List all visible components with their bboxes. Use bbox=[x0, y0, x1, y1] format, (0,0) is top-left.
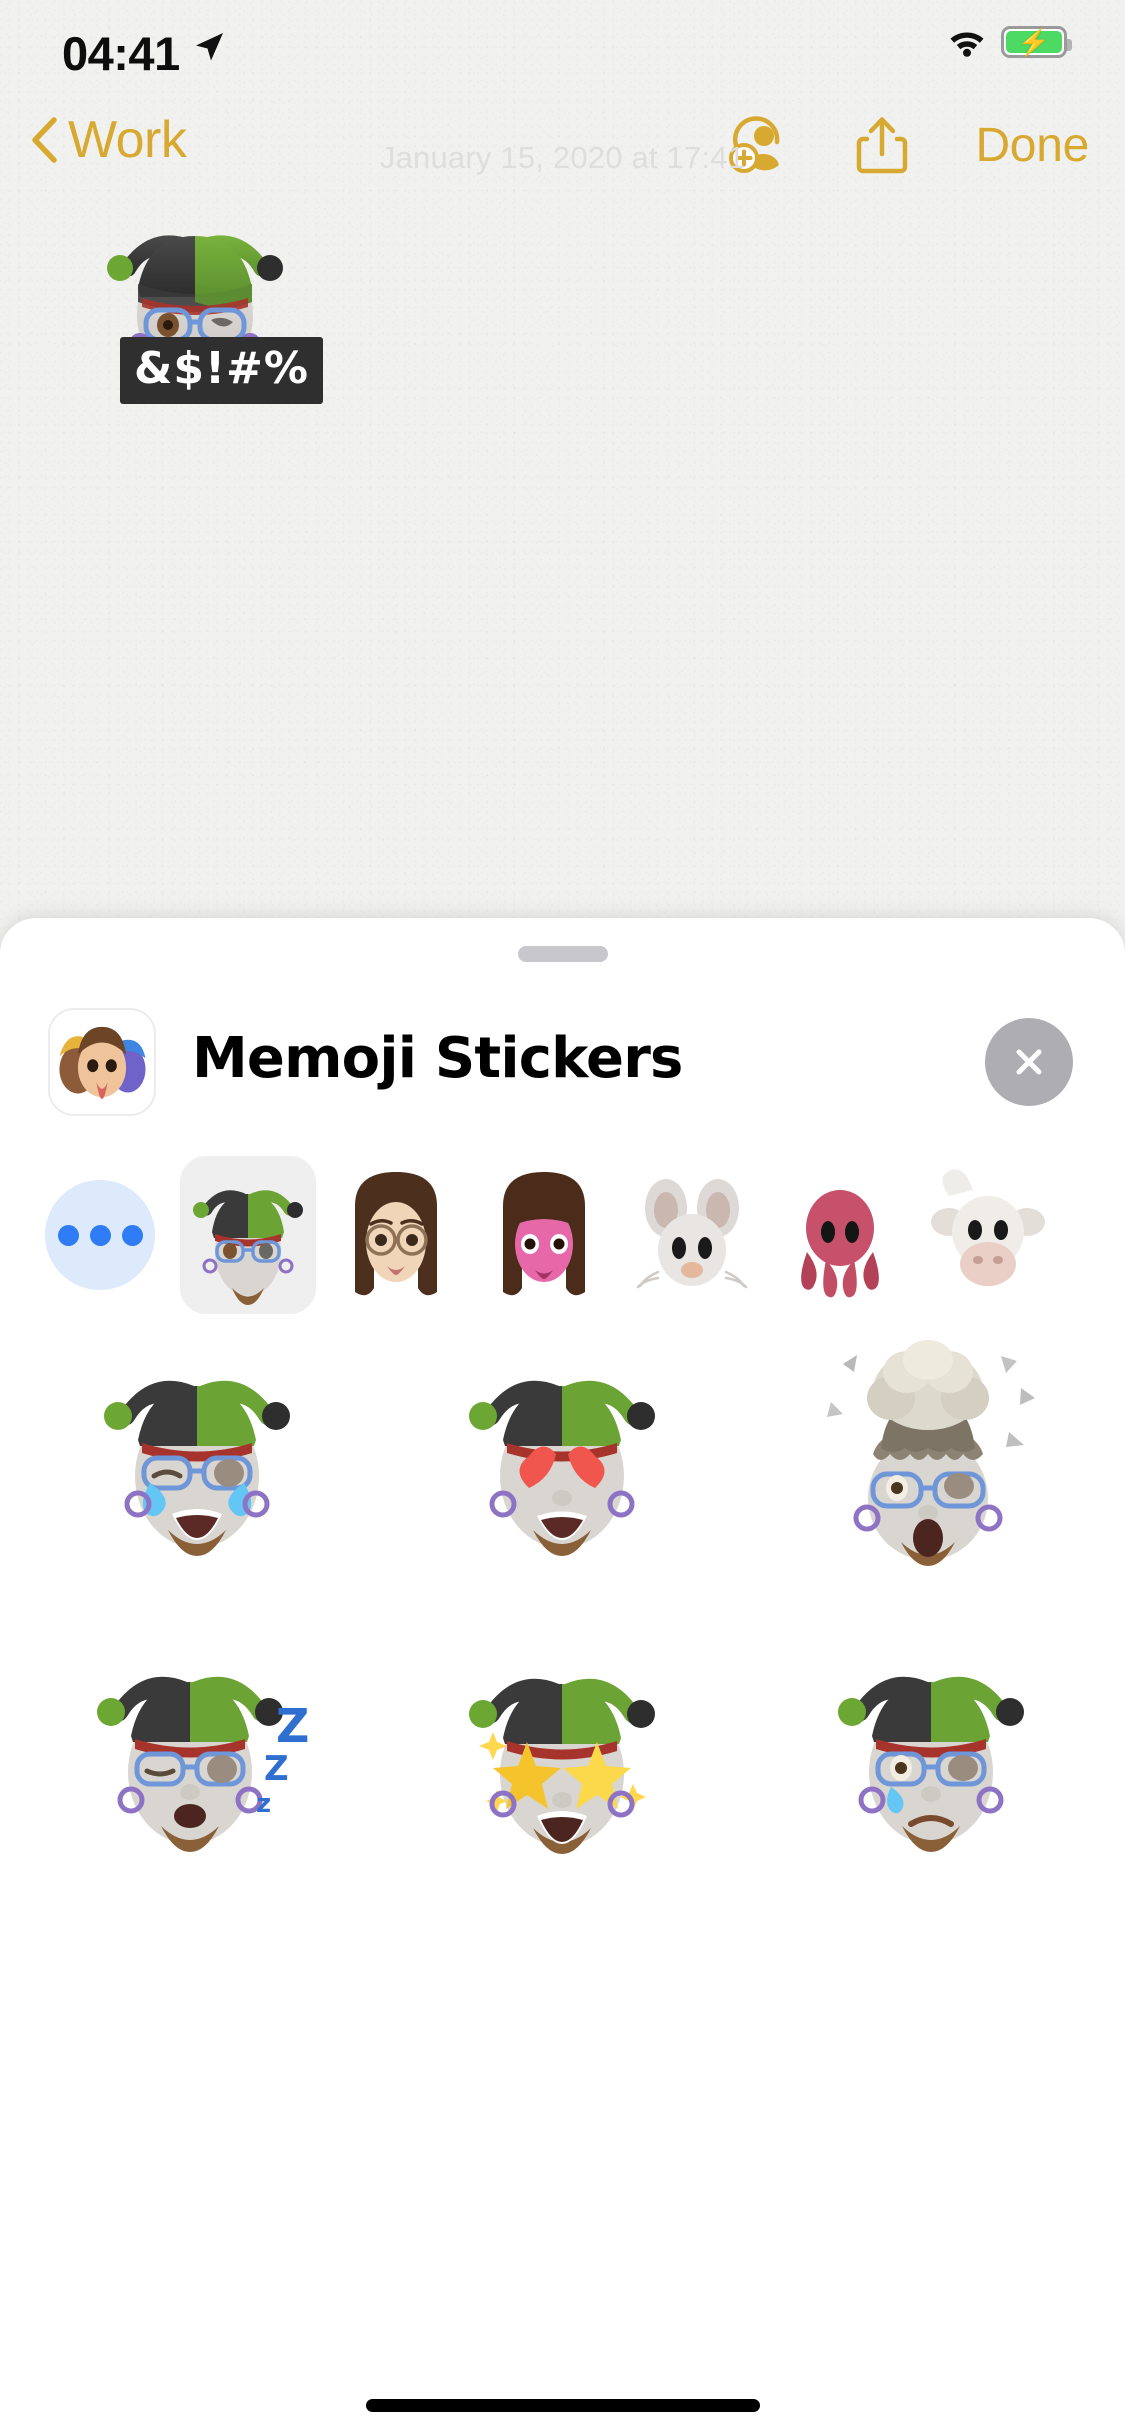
iphone-screen: 04:41 ⚡ Work Done January 15, 2020 at 17… bbox=[0, 0, 1125, 2436]
character-memoji-girl-pink[interactable] bbox=[470, 1156, 618, 1314]
sticker-heart-eyes[interactable] bbox=[380, 1330, 746, 1576]
location-arrow-icon bbox=[196, 33, 223, 61]
status-bar: 04:41 ⚡ bbox=[0, 0, 1125, 96]
svg-text:Z: Z bbox=[264, 1749, 289, 1789]
note-body[interactable]: &$!#% bbox=[0, 192, 1125, 892]
svg-text:Z: Z bbox=[276, 1699, 309, 1753]
character-animoji-mouse[interactable] bbox=[618, 1156, 766, 1314]
sheet-header: Memoji Stickers bbox=[0, 996, 1125, 1126]
sticker-laughing-crying[interactable] bbox=[14, 1330, 380, 1576]
sticker-grid[interactable]: Z Z z bbox=[0, 1330, 1125, 2390]
battery-charging-icon: ⚡ bbox=[1001, 26, 1072, 58]
status-indicators: ⚡ bbox=[947, 26, 1072, 58]
sheet-grabber[interactable] bbox=[517, 946, 608, 962]
sheet-title: Memoji Stickers bbox=[192, 1026, 683, 1091]
sticker-sleeping[interactable]: Z Z z bbox=[14, 1626, 380, 1872]
home-indicator[interactable] bbox=[365, 2399, 760, 2412]
animoji-cow-thumb bbox=[931, 1169, 1045, 1286]
memoji-jester-thumb bbox=[193, 1190, 303, 1305]
character-strip[interactable] bbox=[0, 1144, 1125, 1326]
character-more-button[interactable] bbox=[26, 1156, 174, 1314]
wifi-icon bbox=[950, 32, 984, 57]
ellipsis-icon bbox=[45, 1180, 155, 1290]
note-date: January 15, 2020 at 17:41 bbox=[379, 140, 746, 175]
sticker-sad-tear[interactable] bbox=[745, 1626, 1111, 1872]
memoji-girl-pink-thumb bbox=[503, 1172, 585, 1296]
character-memoji-woman-glasses[interactable] bbox=[322, 1156, 470, 1314]
sticker-mind-blown[interactable] bbox=[745, 1330, 1111, 1576]
svg-text:z: z bbox=[256, 1789, 271, 1819]
character-animoji-octopus[interactable] bbox=[766, 1156, 914, 1314]
memoji-stickers-app-icon[interactable] bbox=[48, 1008, 156, 1116]
character-animoji-cow[interactable] bbox=[914, 1156, 1062, 1314]
character-memoji-jester[interactable] bbox=[174, 1156, 322, 1314]
animoji-mouse-thumb bbox=[636, 1179, 748, 1289]
status-time: 04:41 bbox=[62, 27, 180, 80]
close-x-icon[interactable] bbox=[985, 1018, 1073, 1106]
animoji-octopus-thumb bbox=[801, 1190, 879, 1298]
censored-text: &$!#% bbox=[120, 337, 324, 404]
memoji-stickers-sheet: Memoji Stickers Z Z z bbox=[0, 918, 1125, 2436]
sticker-star-struck[interactable] bbox=[380, 1626, 746, 1872]
memoji-woman-glasses-thumb bbox=[355, 1172, 437, 1296]
